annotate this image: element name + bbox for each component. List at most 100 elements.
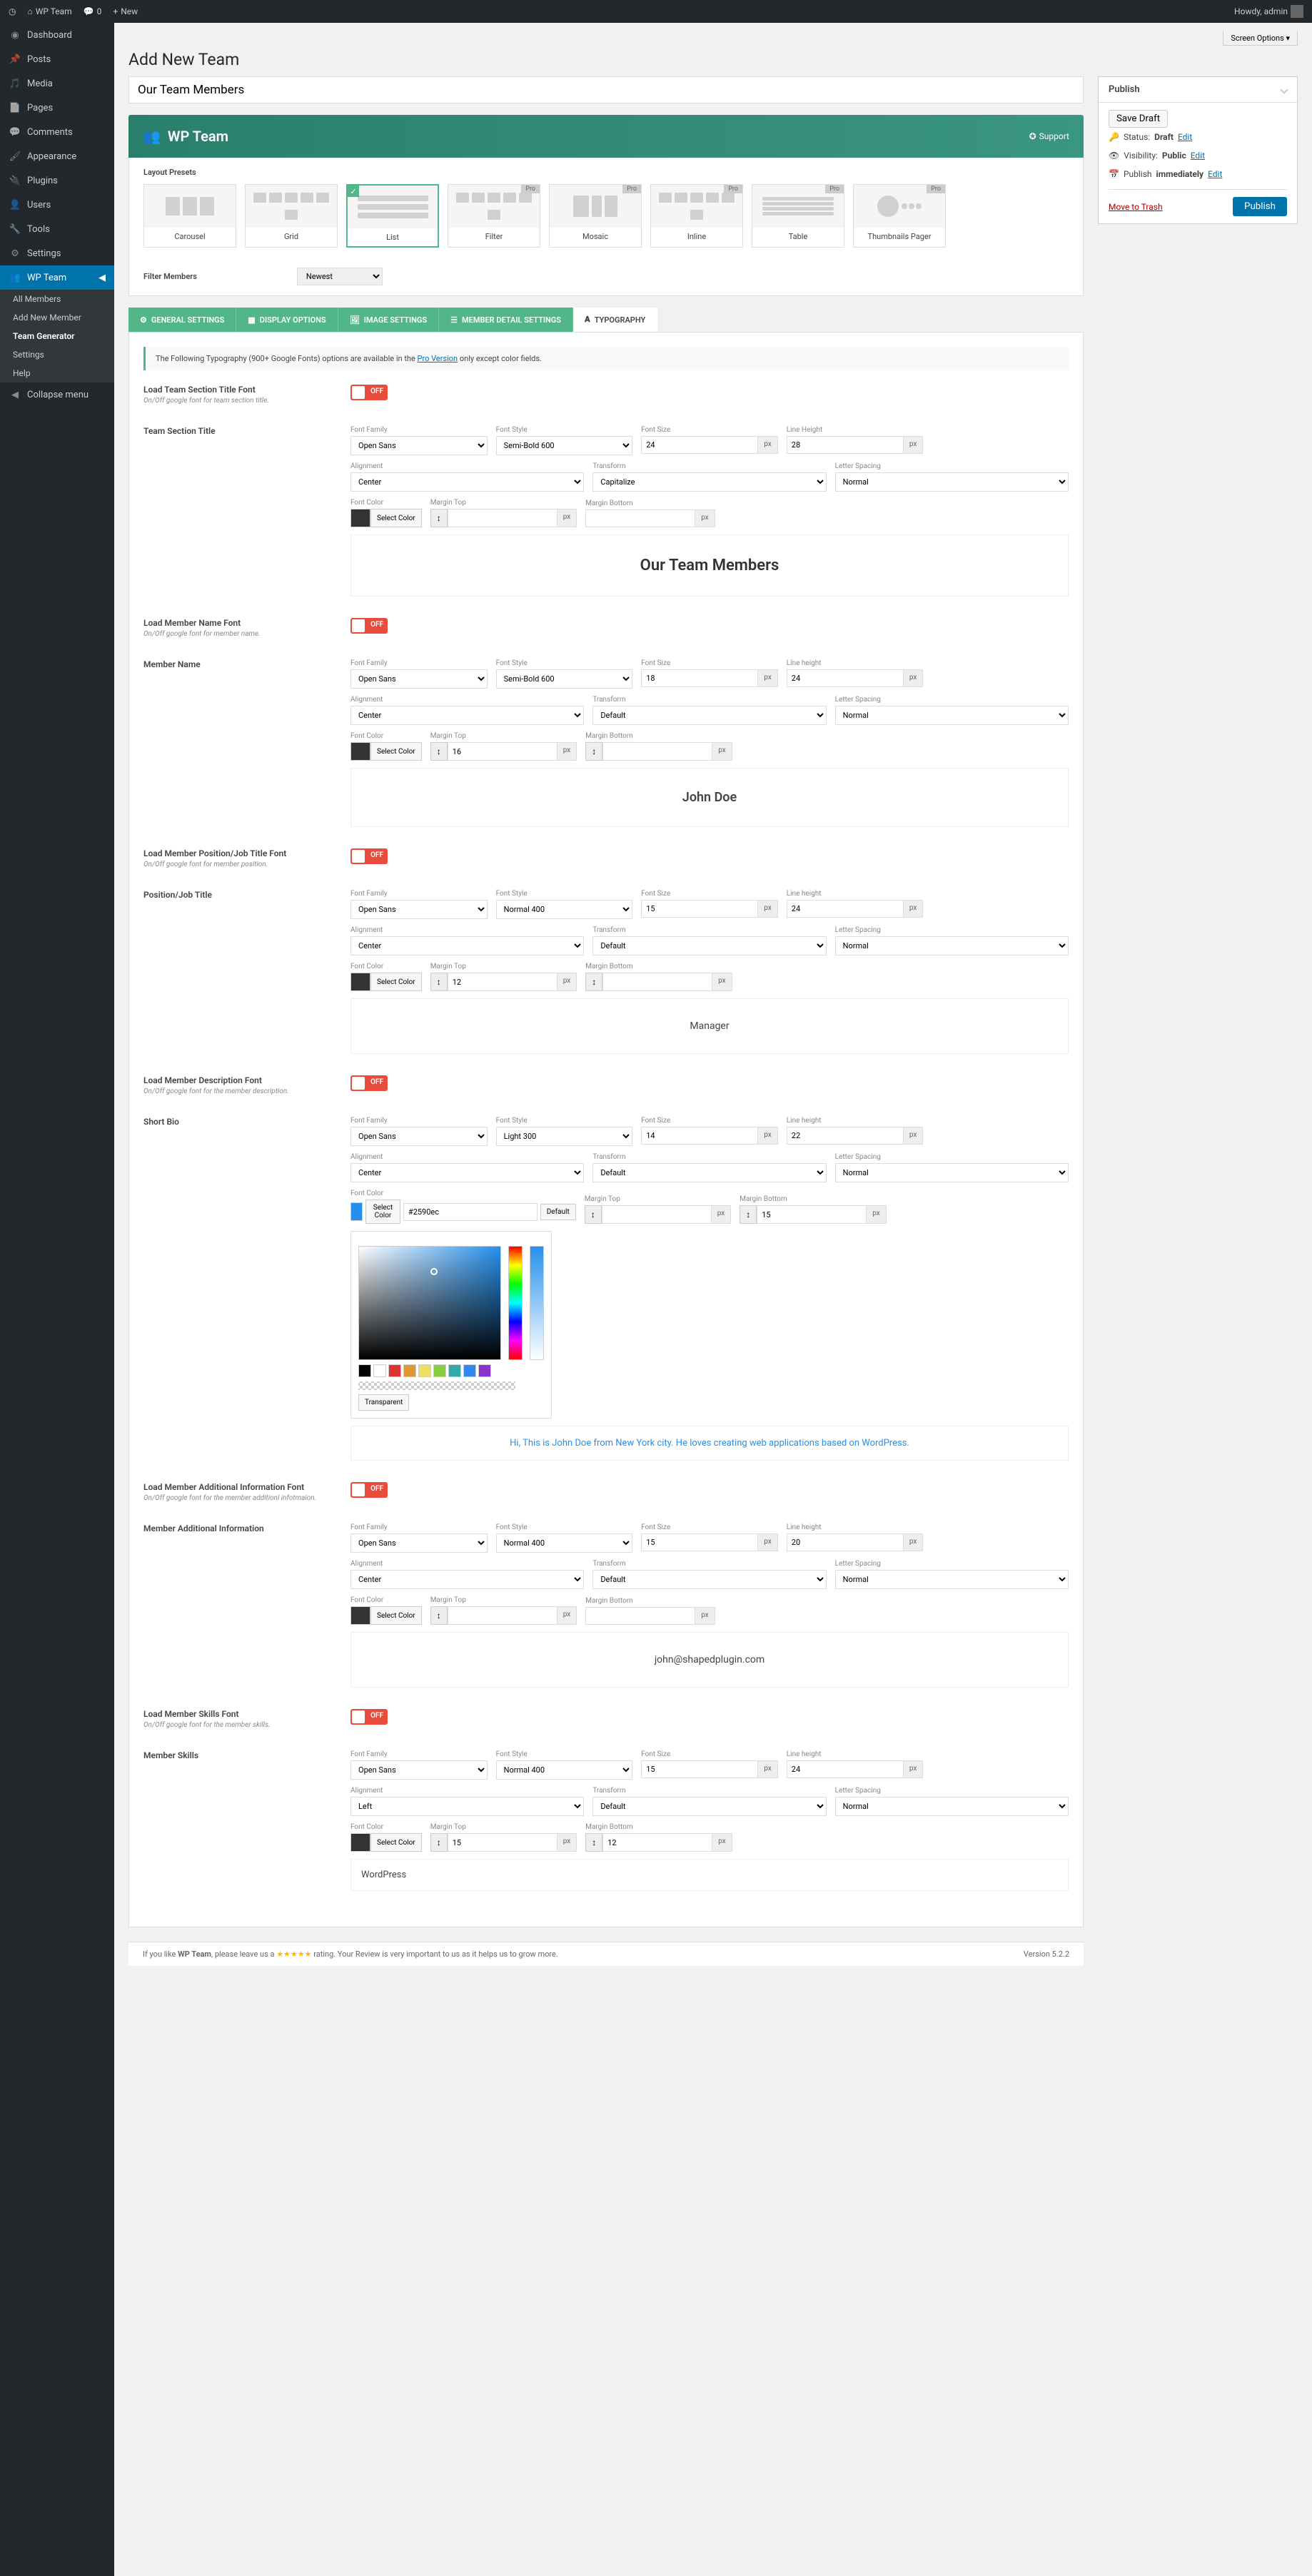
- sub-help[interactable]: Help: [0, 364, 114, 382]
- lh-input[interactable]: [787, 669, 904, 687]
- new-content[interactable]: + New: [113, 6, 138, 16]
- mb-input[interactable]: [757, 1205, 867, 1224]
- mt-input[interactable]: [602, 1205, 712, 1224]
- fs-select[interactable]: Normal 400: [496, 1533, 633, 1553]
- screen-options-btn[interactable]: Screen Options ▾: [1223, 31, 1298, 46]
- transparent-btn[interactable]: Transparent: [358, 1394, 409, 1411]
- mt-input[interactable]: [448, 509, 557, 527]
- toggle-section-title-font[interactable]: OFF: [350, 385, 388, 400]
- palette-swatch[interactable]: [433, 1364, 446, 1377]
- select-color-btn[interactable]: Select Color: [370, 1606, 422, 1625]
- color-picker-hue[interactable]: [508, 1246, 523, 1360]
- move-to-trash[interactable]: Move to Trash: [1109, 202, 1163, 212]
- palette-swatch[interactable]: [463, 1364, 476, 1377]
- margin-btn[interactable]: ↕: [740, 1205, 757, 1224]
- margin-btn[interactable]: ↕: [430, 973, 448, 991]
- edit-visibility[interactable]: Edit: [1191, 151, 1205, 161]
- preset-carousel[interactable]: Carousel: [143, 184, 236, 248]
- preset-grid[interactable]: Grid: [245, 184, 338, 248]
- align-select[interactable]: Center: [350, 936, 584, 955]
- menu-users[interactable]: 👤Users: [0, 193, 114, 217]
- fs-select[interactable]: Semi-Bold 600: [496, 669, 633, 689]
- ff-select[interactable]: Open Sans: [350, 436, 488, 455]
- preset-filter[interactable]: ProFilter: [448, 184, 540, 248]
- sub-team-generator[interactable]: Team Generator: [0, 327, 114, 345]
- align-select[interactable]: Center: [350, 472, 584, 492]
- preset-inline[interactable]: ProInline: [650, 184, 743, 248]
- fsize-input[interactable]: [641, 900, 758, 918]
- ls-select[interactable]: Normal: [835, 1797, 1069, 1816]
- fsize-input[interactable]: [641, 1127, 758, 1145]
- toggle-addl-font[interactable]: OFF: [350, 1482, 388, 1498]
- ls-select[interactable]: Normal: [835, 1163, 1069, 1182]
- save-draft-btn[interactable]: Save Draft: [1109, 110, 1168, 128]
- margin-btn[interactable]: ↕: [430, 742, 448, 761]
- palette-swatch[interactable]: [388, 1364, 401, 1377]
- toggle-skills-font[interactable]: OFF: [350, 1709, 388, 1725]
- filter-select[interactable]: Newest: [297, 268, 383, 285]
- align-select[interactable]: Left: [350, 1797, 584, 1816]
- margin-btn[interactable]: ↕: [585, 1833, 602, 1852]
- menu-posts[interactable]: 📌Posts: [0, 47, 114, 71]
- align-select[interactable]: Center: [350, 706, 584, 725]
- mt-input[interactable]: [448, 742, 557, 761]
- menu-tools[interactable]: 🔧Tools: [0, 217, 114, 241]
- trans-select[interactable]: Default: [592, 1797, 826, 1816]
- menu-comments[interactable]: 💬Comments: [0, 120, 114, 144]
- tab-detail[interactable]: ☰ MEMBER DETAIL SETTINGS: [439, 308, 573, 332]
- ff-select[interactable]: Open Sans: [350, 1760, 488, 1780]
- preset-table[interactable]: ProTable: [752, 184, 844, 248]
- palette-swatch[interactable]: [478, 1364, 491, 1377]
- margin-btn[interactable]: ↕: [430, 1606, 448, 1625]
- preset-mosaic[interactable]: ProMosaic: [549, 184, 642, 248]
- select-color-btn[interactable]: Select Color: [370, 509, 422, 527]
- publish-btn[interactable]: Publish: [1233, 197, 1287, 216]
- ls-select[interactable]: Normal: [835, 706, 1069, 725]
- mt-input[interactable]: [448, 1833, 557, 1852]
- star-rating[interactable]: ★★★★★: [276, 1949, 311, 1959]
- collapse-menu[interactable]: ◀Collapse menu: [0, 382, 114, 407]
- menu-settings[interactable]: ⚙Settings: [0, 241, 114, 265]
- edit-status[interactable]: Edit: [1178, 132, 1192, 142]
- tab-image[interactable]: 🖼 IMAGE SETTINGS: [338, 308, 439, 332]
- align-select[interactable]: Center: [350, 1570, 584, 1589]
- select-color-btn[interactable]: Select Color: [365, 1200, 400, 1224]
- fsize-input[interactable]: [641, 1533, 758, 1551]
- team-title-input[interactable]: [128, 76, 1084, 103]
- select-color-btn[interactable]: Select Color: [370, 742, 422, 761]
- palette-swatch[interactable]: [403, 1364, 416, 1377]
- lh-input[interactable]: [787, 1760, 904, 1778]
- toggle-position-font[interactable]: OFF: [350, 848, 388, 864]
- color-picker-alpha[interactable]: [530, 1246, 544, 1360]
- default-color-btn[interactable]: Default: [540, 1204, 576, 1220]
- select-color-btn[interactable]: Select Color: [370, 1833, 422, 1852]
- fsize-input[interactable]: [641, 1760, 758, 1778]
- sub-settings[interactable]: Settings: [0, 345, 114, 364]
- sub-add-member[interactable]: Add New Member: [0, 308, 114, 327]
- align-select[interactable]: Center: [350, 1163, 584, 1182]
- ff-select[interactable]: Open Sans: [350, 900, 488, 919]
- ff-select[interactable]: Open Sans: [350, 1127, 488, 1146]
- palette-swatch[interactable]: [373, 1364, 386, 1377]
- toggle-member-name-font[interactable]: OFF: [350, 618, 388, 634]
- lh-input[interactable]: [787, 436, 904, 454]
- ls-select[interactable]: Normal: [835, 1570, 1069, 1589]
- menu-wpteam[interactable]: 👥WP Team◀: [0, 265, 114, 290]
- trans-select[interactable]: Default: [592, 936, 826, 955]
- margin-btn[interactable]: ↕: [430, 509, 448, 527]
- panel-toggle-icon[interactable]: [1280, 86, 1288, 93]
- mb-input[interactable]: [602, 1833, 712, 1852]
- mb-input[interactable]: [602, 742, 712, 761]
- trans-select[interactable]: Capitalize: [592, 472, 826, 492]
- lh-input[interactable]: [787, 900, 904, 918]
- preset-thumbnails[interactable]: ProThumbnails Pager: [853, 184, 946, 248]
- lh-input[interactable]: [787, 1533, 904, 1551]
- ff-select[interactable]: Open Sans: [350, 669, 488, 689]
- ls-select[interactable]: Normal: [835, 936, 1069, 955]
- ls-select[interactable]: Normal: [835, 472, 1069, 492]
- tab-general[interactable]: ⚙ GENERAL SETTINGS: [128, 308, 236, 332]
- menu-dashboard[interactable]: ◉Dashboard: [0, 23, 114, 47]
- tab-typography[interactable]: 𝐀 TYPOGRAPHY: [573, 308, 657, 332]
- margin-btn[interactable]: ↕: [585, 742, 602, 761]
- wp-logo[interactable]: ◷: [9, 6, 16, 16]
